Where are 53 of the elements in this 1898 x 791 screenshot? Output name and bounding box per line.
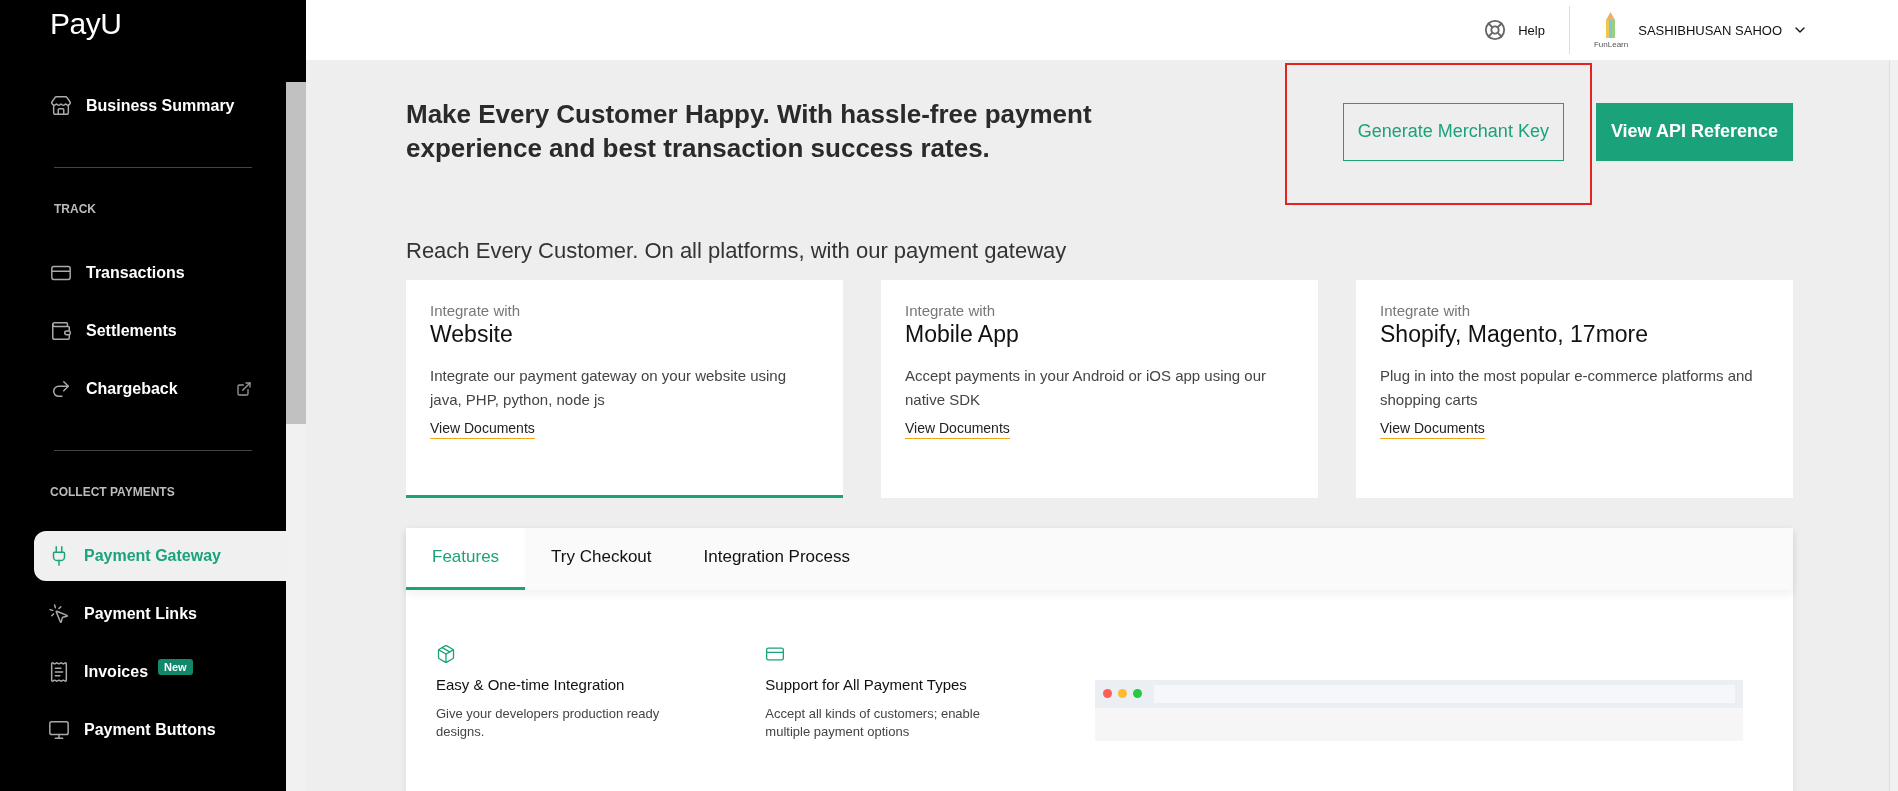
sidebar-item[interactable]: Chargeback — [50, 364, 252, 414]
section-heading: COLLECT PAYMENTS — [49, 485, 176, 501]
pointer-click-icon — [48, 603, 70, 625]
store-icon — [50, 95, 72, 117]
logo[interactable]: PayU — [50, 6, 122, 41]
card-title: Shopify, Magento, 17more — [1380, 320, 1649, 348]
user-name[interactable]: SASHIBHUSAN SAHOO — [1638, 22, 1782, 38]
tab[interactable]: Integration Process — [677, 527, 877, 590]
feature-title: Easy & One-time Integration — [436, 675, 625, 693]
headline: Make Every Customer Happy. With hassle-free payment experience and best transaction success rates. — [406, 98, 1093, 165]
section-heading: Reach Every Customer. On all platforms, with our payment gateway — [406, 237, 1068, 264]
integration-card[interactable]: Integrate with Mobile App Accept payments in your Android or iOS app using our native SDK View Documents — [881, 279, 1318, 498]
help-link[interactable]: Help — [1518, 22, 1545, 38]
sidebar-item[interactable]: Payment Buttons — [34, 705, 286, 755]
section-heading: TRACK — [54, 202, 97, 218]
sidebar-item[interactable]: Business Summary — [50, 81, 252, 131]
card-text: Integrate our payment gateway on your website using java, PHP, python, node js — [430, 365, 788, 410]
redo-arrow-icon — [50, 378, 72, 400]
tab[interactable]: Try Checkout — [525, 527, 678, 590]
sidebar-item-label: Chargeback — [86, 380, 178, 398]
receipt-icon — [48, 661, 70, 683]
sidebar-item-label: Payment Buttons — [84, 721, 216, 739]
feature-text: Give your developers production ready designs. — [436, 704, 661, 741]
feature-title: Support for All Payment Types — [765, 675, 967, 693]
package-icon — [436, 643, 456, 664]
brand-caption: FunLearn — [1594, 39, 1629, 49]
view-documents-link[interactable]: View Documents — [1380, 419, 1485, 439]
integration-card[interactable]: Integrate with Shopify, Magento, 17more Plug in into the most popular e-commerce platforms and shopping carts View Documents — [1356, 279, 1793, 498]
sidebar-item-label: Business Summary — [86, 97, 235, 115]
sidebar-item-label: Settlements — [86, 322, 177, 340]
sidebar-item-label: Payment Links — [84, 605, 197, 623]
card-eyebrow: Integrate with — [430, 301, 521, 319]
card-text: Plug in into the most popular e-commerce platforms and shopping carts — [1380, 365, 1754, 410]
sidebar-item[interactable]: Settlements — [50, 306, 252, 356]
sidebar-item[interactable]: Invoices New — [34, 647, 286, 697]
sidebar-item-label: Payment Gateway — [84, 547, 221, 565]
feature-text: Accept all kinds of customers; enable multiple payment options — [765, 704, 981, 741]
card-eyebrow: Integrate with — [1380, 301, 1471, 319]
card-eyebrow: Integrate with — [905, 301, 996, 319]
sidebar-item[interactable]: Payment Links — [34, 589, 286, 639]
card-text: Accept payments in your Android or iOS app using our native SDK — [905, 365, 1268, 410]
sidebar-item[interactable]: Transactions — [50, 248, 252, 298]
sidebar-item-label: Transactions — [86, 264, 185, 282]
wallet-icon — [50, 320, 72, 342]
new-badge: New — [158, 659, 193, 675]
card-title: Mobile App — [905, 320, 1019, 348]
help-icon[interactable] — [1484, 19, 1507, 41]
view-documents-link[interactable]: View Documents — [905, 419, 1010, 439]
integration-card[interactable]: Integrate with Website Integrate our payment gateway on your website using java, PHP, python, node js View Documents — [406, 279, 843, 498]
card-title: Website — [430, 320, 513, 348]
view-documents-link[interactable]: View Documents — [430, 419, 535, 439]
sidebar-item-label: Invoices — [84, 663, 149, 681]
monitor-icon — [48, 719, 70, 741]
